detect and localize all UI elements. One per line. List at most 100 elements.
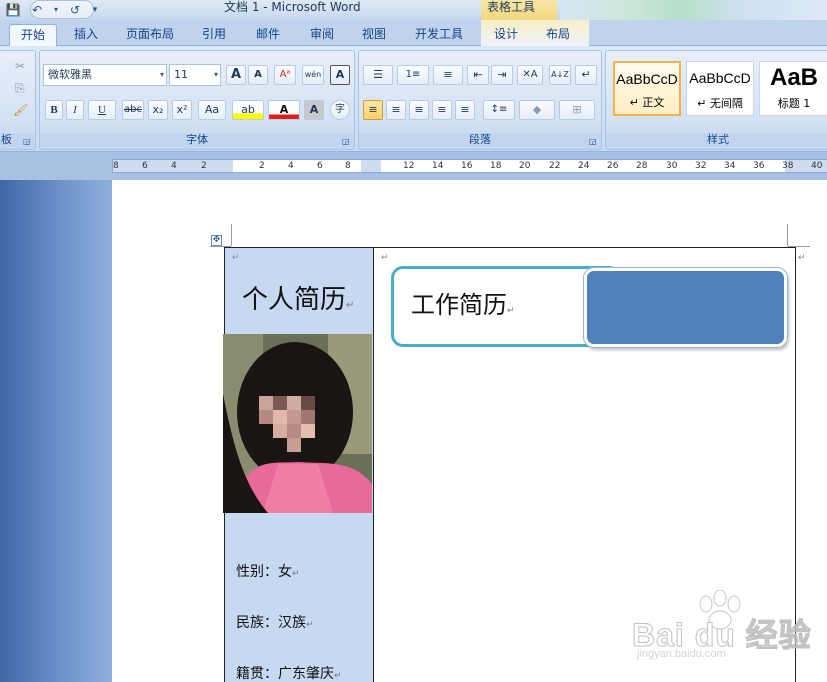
decrease-indent-button[interactable]: ⇤ (467, 65, 489, 85)
crop-mark (787, 224, 788, 246)
style-normal[interactable]: AaBbCcD ↵ 正文 (613, 61, 681, 116)
borders-button[interactable]: ⊞ (559, 100, 595, 120)
change-case-button[interactable]: Aa (198, 100, 226, 120)
tab-table-layout[interactable]: 布局 (538, 24, 578, 46)
font-group: 微软雅黑 ▾ 11 ▾ A A Aᵃ wén A B I U abc x₂ x²… (39, 50, 355, 150)
redo-icon[interactable]: ↺ (66, 2, 84, 18)
clipboard-group: ✂ ⎘ 🖌 板 ◲ (0, 50, 36, 150)
ruler-label: 28 (636, 161, 648, 171)
work-history-blue-shape[interactable] (584, 268, 787, 347)
font-size-value: 11 (174, 68, 188, 81)
paragraph-mark: ↵ (381, 253, 389, 263)
paragraph-launcher-icon[interactable]: ◲ (589, 137, 598, 146)
quick-access-toolbar: 💾 ↶ ▾ ↺ ▾ (4, 0, 100, 19)
ruler-label: 18 (490, 161, 502, 171)
paragraph-group-label: 段落 (359, 133, 601, 147)
ruler-label: 30 (666, 161, 678, 171)
style-normal-sample: AaBbCcD (616, 71, 678, 87)
shading-button[interactable]: ◆ (519, 100, 555, 120)
undo-dropdown-icon[interactable]: ▾ (52, 2, 60, 18)
style-no-spacing-name: ↵ 无间隔 (697, 97, 743, 110)
save-icon[interactable]: 💾 (4, 2, 22, 18)
style-no-spacing[interactable]: AaBbCcD ↵ 无间隔 (686, 61, 754, 116)
align-right-button[interactable]: ≡ (409, 100, 429, 120)
numbering-button[interactable]: 1≡ (397, 65, 429, 85)
show-marks-button[interactable]: ↵ (575, 65, 597, 85)
paragraph-mark: ↵ (798, 253, 806, 263)
paragraph-mark: ↵ (507, 306, 515, 316)
sort-button[interactable]: A↓Z (549, 65, 571, 85)
font-launcher-icon[interactable]: ◲ (342, 137, 351, 146)
font-name-combo[interactable]: 微软雅黑 ▾ (43, 64, 167, 86)
center-button[interactable]: ≡ (386, 100, 406, 120)
text-highlight-button[interactable]: ab (232, 100, 264, 120)
bullets-button[interactable]: ☰ (363, 65, 393, 85)
tab-review[interactable]: 审阅 (302, 24, 342, 46)
cut-icon[interactable]: ✂ (15, 59, 25, 73)
font-name-dropdown-icon[interactable]: ▾ (160, 65, 164, 85)
ruler-bar[interactable]: 8 6 4 2 2 4 6 8 12 14 16 18 20 22 24 26 … (112, 159, 827, 173)
clipboard-launcher-icon[interactable]: ◲ (23, 137, 32, 146)
font-color-button[interactable]: A (268, 100, 300, 120)
style-normal-name: ↵ 正文 (629, 96, 665, 109)
paragraph-mark: ↵ (346, 300, 355, 311)
bold-button[interactable]: B (45, 100, 63, 120)
horizontal-ruler[interactable]: 8 6 4 2 2 4 6 8 12 14 16 18 20 22 24 26 … (0, 152, 827, 180)
clear-formatting-button[interactable]: Aᵃ (274, 65, 296, 85)
style-heading-1[interactable]: AaB 标题 1 (759, 61, 827, 116)
line-spacing-button[interactable]: ↕≡ (483, 100, 515, 120)
tab-view[interactable]: 视图 (354, 24, 394, 46)
ruler-label: 14 (432, 161, 444, 171)
phonetic-guide-button[interactable]: wén (302, 65, 324, 85)
title-bar: 💾 ↶ ▾ ↺ ▾ 文档 1 - Microsoft Word 表格工具 (0, 0, 827, 20)
ruler-label: 6 (142, 161, 148, 171)
ruler-label: 8 (113, 161, 119, 171)
hometown-field: 籍贯：广东肇庆↵ (236, 664, 342, 682)
underline-button[interactable]: U (88, 100, 116, 120)
tab-page-layout[interactable]: 页面布局 (118, 24, 182, 46)
tab-insert[interactable]: 插入 (64, 24, 108, 46)
ruler-label: 16 (461, 161, 473, 171)
style-heading-1-name: 标题 1 (777, 97, 811, 110)
strikethrough-button[interactable]: abc (122, 100, 144, 120)
ruler-label: 38 (782, 161, 794, 171)
ruler-label: 22 (549, 161, 561, 171)
profile-photo[interactable] (223, 334, 372, 513)
enclose-characters-button[interactable]: 字 (330, 100, 350, 120)
shrink-font-button[interactable]: A (248, 65, 268, 85)
tab-references[interactable]: 引用 (194, 24, 234, 46)
undo-icon[interactable]: ↶ (28, 2, 46, 18)
font-size-combo[interactable]: 11 ▾ (169, 64, 221, 86)
italic-button[interactable]: I (66, 100, 84, 120)
customize-qat-icon[interactable]: ▾ (90, 2, 100, 18)
format-painter-icon[interactable]: 🖌 (13, 103, 28, 117)
distribute-button[interactable]: ≡ (455, 100, 475, 120)
gender-field: 性别：女↵ (236, 562, 300, 584)
increase-indent-button[interactable]: ⇥ (491, 65, 513, 85)
ruler-label: 26 (607, 161, 619, 171)
ruler-label: 8 (345, 161, 351, 171)
styles-group: AaBbCcD ↵ 正文 AaBbCcD ↵ 无间隔 AaB 标题 1 样式 (605, 50, 827, 150)
grow-font-button[interactable]: A (226, 65, 246, 85)
tab-table-design[interactable]: 设计 (486, 24, 526, 46)
crop-mark (231, 224, 232, 246)
tab-mailings[interactable]: 邮件 (248, 24, 288, 46)
ruler-column-marker[interactable] (361, 160, 381, 172)
table-move-handle-icon[interactable]: ✥ (211, 235, 222, 246)
ruler-label: 20 (519, 161, 531, 171)
watermark-url: jingyan.baidu.com (637, 648, 726, 660)
justify-button[interactable]: ≡ (432, 100, 452, 120)
ruler-label: 32 (695, 161, 707, 171)
align-left-button[interactable]: ≡ (363, 100, 383, 120)
subscript-button[interactable]: x₂ (148, 100, 168, 120)
superscript-button[interactable]: x² (172, 100, 192, 120)
character-border-button[interactable]: A (330, 65, 350, 85)
tab-home[interactable]: 开始 (9, 24, 57, 46)
character-shading-button[interactable]: A (304, 100, 324, 120)
chinese-layout-button[interactable]: ✕A (517, 65, 543, 85)
multilevel-list-button[interactable]: ≡ (433, 65, 463, 85)
font-size-dropdown-icon[interactable]: ▾ (214, 65, 218, 85)
baidu-watermark: Bai du 经验 jingyan.baidu.com (632, 590, 822, 665)
tab-developer[interactable]: 开发工具 (407, 24, 471, 46)
copy-icon[interactable]: ⎘ (15, 81, 25, 96)
